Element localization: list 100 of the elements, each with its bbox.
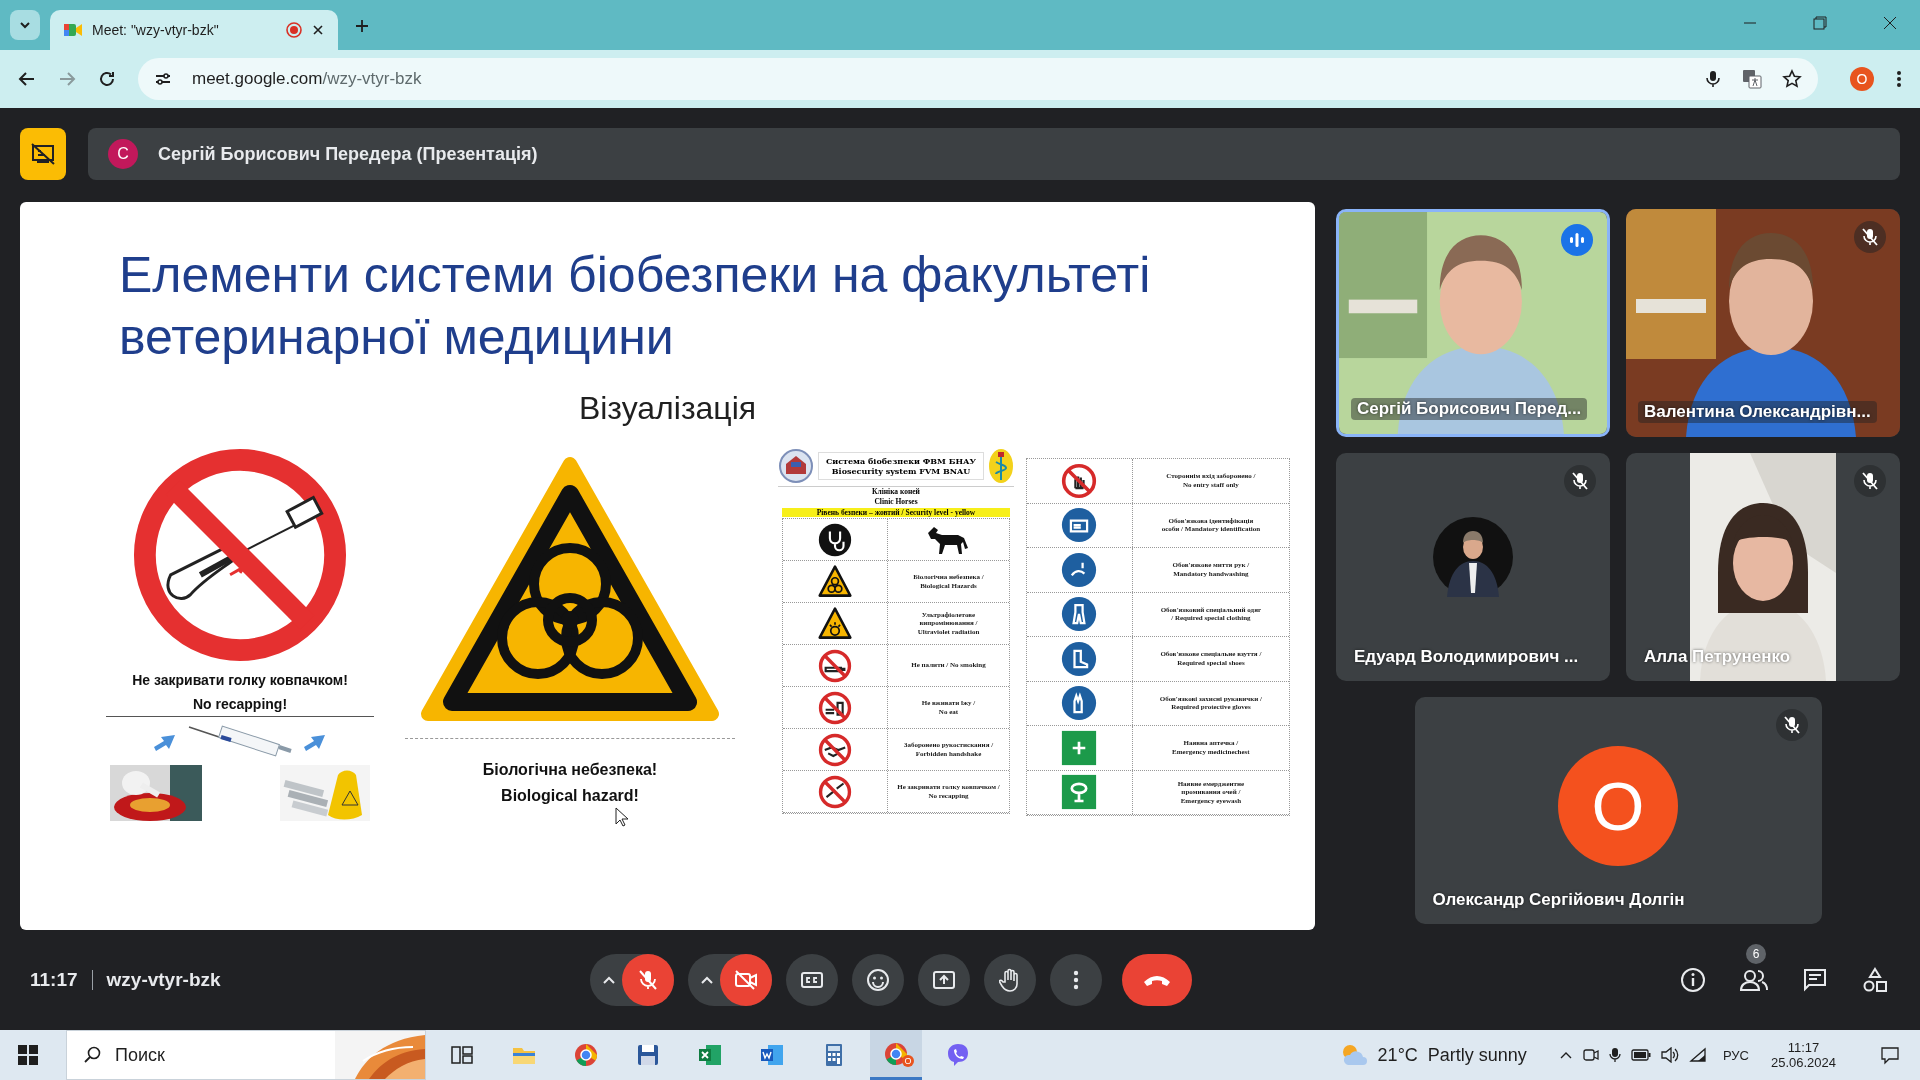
chrome-icon <box>573 1042 599 1068</box>
site-settings-icon[interactable] <box>154 70 172 88</box>
participant-avatar: О <box>1558 745 1678 866</box>
boot-icon <box>1061 640 1098 677</box>
floppy-icon <box>635 1042 661 1068</box>
notifications-icon[interactable] <box>1880 1045 1900 1065</box>
participant-tile[interactable]: Алла Петруненко <box>1626 453 1900 681</box>
chevron-up-icon[interactable] <box>1558 1050 1573 1060</box>
search-icon <box>83 1046 101 1064</box>
caret-icon[interactable] <box>602 975 616 985</box>
taskbar-date: 25.06.2024 <box>1770 1055 1836 1070</box>
slide-subtitle: Візуалізація <box>577 390 758 428</box>
tab-list-button[interactable] <box>10 10 40 40</box>
horse-icon <box>926 524 971 555</box>
id-card-icon <box>1061 507 1098 544</box>
people-icon[interactable] <box>1740 968 1768 992</box>
taskbar-search-field[interactable]: Поиск <box>66 1030 426 1080</box>
raise-hand-button[interactable] <box>984 954 1036 1006</box>
microphone-icon[interactable] <box>1608 1047 1621 1063</box>
slide-title: Елементи системи біобезпеки на факультеті <box>119 246 1152 305</box>
excel-icon <box>697 1042 723 1068</box>
slide-caption: Біологічна небезпека! <box>482 761 658 779</box>
caduceus-icon <box>988 448 1014 484</box>
captions-button[interactable] <box>786 954 838 1006</box>
no-entry-hand-icon <box>1061 462 1098 499</box>
document-title: Система біобезпеки ФВМ БНАУ <box>824 456 978 466</box>
presenter-name: Сергій Борисович Передера (Презентація) <box>158 143 538 165</box>
presenter-avatar: С <box>108 139 138 169</box>
present-screen-button[interactable] <box>918 954 970 1006</box>
translate-icon[interactable] <box>1742 69 1762 89</box>
captions-icon <box>800 970 824 990</box>
participant-tile[interactable]: Едуард Володимирович ... <box>1336 453 1610 681</box>
eyewash-icon <box>1061 774 1098 811</box>
mouse-cursor-icon <box>615 807 629 827</box>
battery-icon[interactable] <box>1630 1049 1651 1061</box>
viber-icon <box>945 1042 971 1068</box>
participant-name: Сергій Борисович Перед... <box>1351 398 1588 420</box>
meeting-time: 11:17 <box>30 969 78 991</box>
weather-text[interactable]: 21°C Partly sunny <box>1377 1044 1527 1066</box>
reload-icon[interactable] <box>98 70 116 88</box>
browser-tab[interactable]: Meet: "wzy-vtyr-bzk" <box>50 10 338 50</box>
back-icon[interactable] <box>18 70 36 88</box>
participant-name: Едуард Володимирович ... <box>1354 647 1579 667</box>
microphone-icon[interactable] <box>1704 70 1722 88</box>
info-icon[interactable] <box>1680 967 1706 993</box>
emoji-button[interactable] <box>852 954 904 1006</box>
present-icon <box>932 969 956 991</box>
participant-count-badge: 6 <box>1746 944 1766 964</box>
url-text: meet.google.com/wzy-vtyr-bzk <box>192 69 422 89</box>
taskbar-time: 11:17 <box>1787 1040 1820 1055</box>
restore-icon[interactable] <box>1813 16 1827 30</box>
meet-icon <box>64 22 82 38</box>
close-window-icon[interactable] <box>1883 16 1897 30</box>
windows-start-icon[interactable] <box>18 1045 38 1065</box>
close-icon[interactable] <box>312 24 324 36</box>
more-icon <box>1073 970 1079 990</box>
document-title: Biosecurity system FVM BNAU <box>830 466 972 476</box>
taskbar-app-button[interactable]: O <box>870 1030 922 1080</box>
participant-tile[interactable]: Сергій Борисович Перед... <box>1336 209 1610 437</box>
microphone-button[interactable] <box>622 954 674 1006</box>
slide-caption: Biological hazard! <box>501 787 639 805</box>
stop-presenting-icon <box>30 142 56 166</box>
slide-caption: No recapping! <box>192 696 288 712</box>
meet-tray-icon[interactable] <box>1582 1047 1599 1063</box>
participant-name: Алла Петруненко <box>1644 647 1791 667</box>
emblem-icon <box>778 448 814 484</box>
no-smoking-icon <box>817 648 852 683</box>
no-recapping-icon <box>817 774 852 809</box>
search-input[interactable]: Поиск <box>113 1043 323 1067</box>
profile-avatar[interactable]: O <box>1850 67 1874 91</box>
first-aid-icon <box>1061 729 1098 766</box>
participant-name: Валентина Олександрівн... <box>1638 401 1877 423</box>
caret-icon[interactable] <box>700 975 714 985</box>
bookmark-star-icon[interactable] <box>1782 69 1802 89</box>
chrome-icon <box>883 1040 909 1067</box>
word-icon <box>759 1042 785 1068</box>
presentation-button[interactable] <box>20 128 66 180</box>
end-call-button[interactable] <box>1122 954 1192 1006</box>
stethoscope-icon <box>817 522 852 557</box>
camera-button[interactable] <box>720 954 772 1006</box>
uv-warning-icon <box>817 606 852 641</box>
camera-icon <box>734 970 758 990</box>
mic-icon <box>638 969 658 991</box>
address-field[interactable]: meet.google.com/wzy-vtyr-bzk <box>138 58 1818 100</box>
participant-tile[interactable]: Валентина Олександрівн... <box>1626 209 1900 437</box>
volume-icon[interactable] <box>1660 1047 1679 1063</box>
biohazard-sign-icon <box>817 564 852 599</box>
no-handshake-icon <box>817 732 852 767</box>
new-tab-icon[interactable] <box>354 18 370 34</box>
slide-title: ветеринарної медицини <box>119 308 675 367</box>
activities-icon[interactable] <box>1862 967 1888 993</box>
wifi-icon[interactable] <box>1688 1047 1707 1063</box>
hand-icon <box>999 968 1021 992</box>
notification-badge: O <box>902 1055 914 1067</box>
menu-icon[interactable] <box>1896 70 1902 88</box>
participant-tile[interactable]: О Олександр Сергійович Долгін <box>1414 697 1822 924</box>
phone-icon <box>1142 973 1172 987</box>
chat-icon[interactable] <box>1802 967 1828 993</box>
slide-caption: Не закривати голку ковпачком! <box>132 672 348 688</box>
input-language[interactable]: РУС <box>1722 1047 1749 1063</box>
